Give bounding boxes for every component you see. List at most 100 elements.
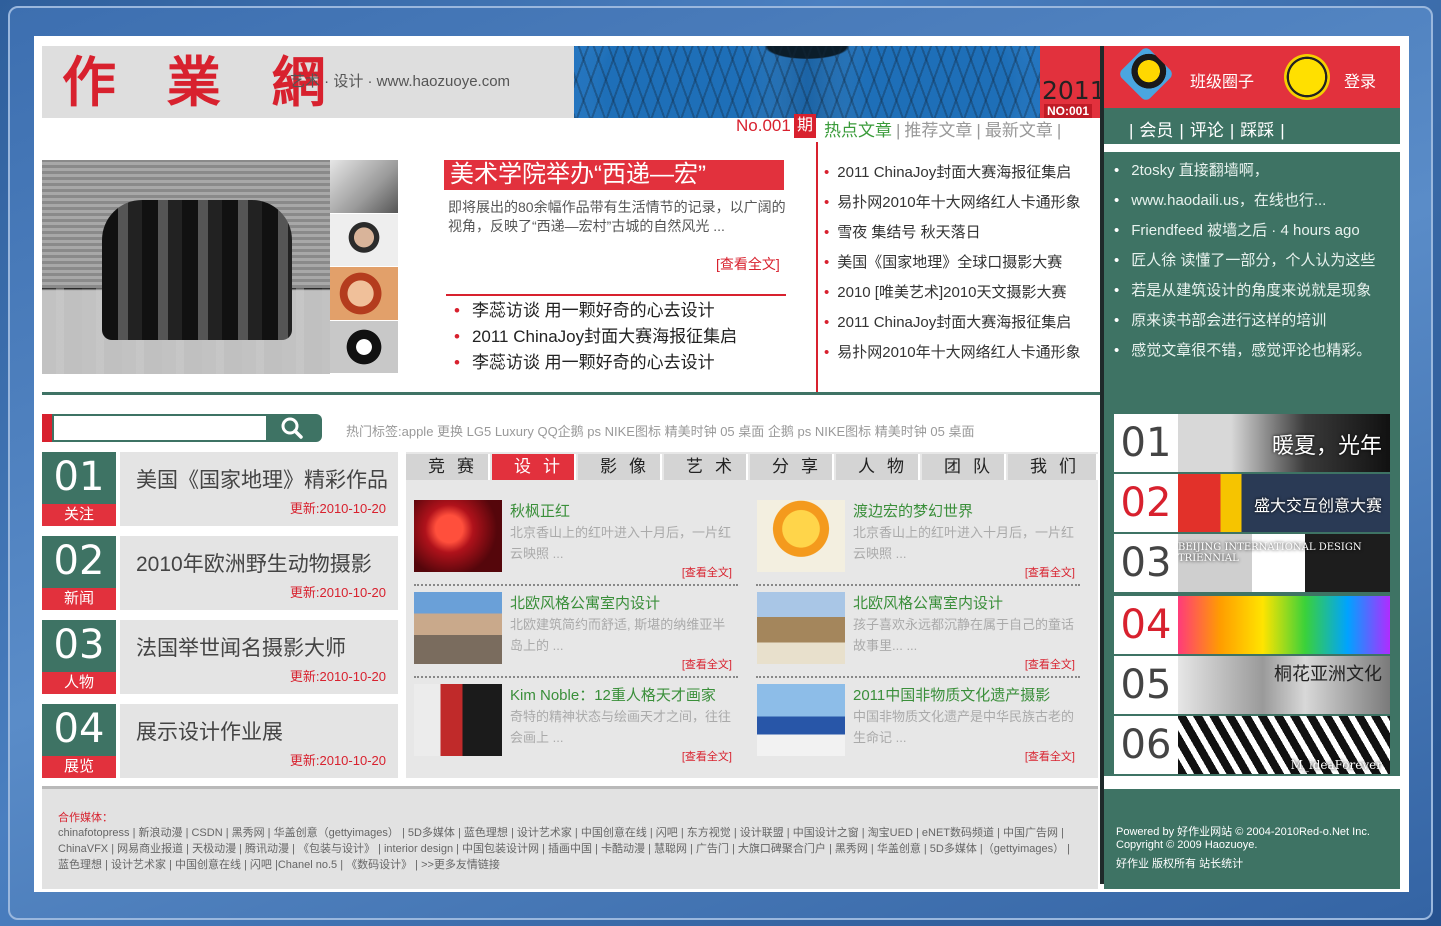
- rank-banner[interactable]: 桐花亚洲文化: [1178, 656, 1390, 714]
- tab-share[interactable]: 分享: [750, 454, 834, 480]
- tab-hot-articles[interactable]: 热点文章: [824, 121, 892, 140]
- article-thumbnail[interactable]: [414, 500, 502, 572]
- rank-banner[interactable]: 盛大交互创意大赛: [1178, 474, 1390, 532]
- list-item[interactable]: 2010 [唯美艺术]2010天文摄影大赛: [824, 278, 1081, 308]
- tab-image[interactable]: 影像: [578, 454, 662, 480]
- ranking-row[interactable]: 01 暖夏，光年: [1114, 414, 1390, 472]
- list-item[interactable]: 原来读书部会进行这样的培训: [1114, 306, 1375, 336]
- list-item[interactable]: 李蕊访谈 用一颗好奇的心去设计: [454, 350, 737, 376]
- article-read-more[interactable]: [查看全文]: [682, 748, 732, 764]
- article-card[interactable]: 北欧风格公寓室内设计 北欧建筑简约而舒适, 斯堪的纳维亚半岛上的 ... [查看…: [408, 592, 738, 672]
- category-tabs: 竞赛 设计 影像 艺术 分享 人物 团队 我们: [406, 452, 1098, 480]
- rank-banner[interactable]: M_ideaForever: [1178, 716, 1390, 774]
- article-thumbnail[interactable]: [414, 592, 502, 664]
- ranking-row[interactable]: 04: [1114, 596, 1390, 654]
- numbered-title[interactable]: 展示设计作业展: [136, 716, 283, 746]
- article-read-more[interactable]: [查看全文]: [1025, 656, 1075, 672]
- list-item[interactable]: 李蕊访谈 用一颗好奇的心去设计: [454, 298, 737, 324]
- tab-diss[interactable]: 踩踩: [1240, 121, 1274, 140]
- article-thumbnail[interactable]: [757, 684, 845, 756]
- tab-comments[interactable]: 评论: [1190, 121, 1224, 140]
- list-item[interactable]: 2011 ChinaJoy封面大赛海报征集启: [824, 158, 1081, 188]
- numbered-title[interactable]: 2010年欧洲野生动物摄影: [136, 548, 372, 578]
- sep: |: [1179, 121, 1184, 140]
- list-item[interactable]: 匠人徐 读懂了一部分，个人认为这些: [1114, 246, 1375, 276]
- feature-thumb[interactable]: [330, 320, 398, 374]
- article-desc: 奇特的精神状态与绘画天才之间，往往会画上 ...: [510, 709, 732, 745]
- ranking-row[interactable]: 02 盛大交互创意大赛: [1114, 474, 1390, 532]
- list-item[interactable]: 雪夜 集结号 秋天落日: [824, 218, 1081, 248]
- article-read-more[interactable]: [查看全文]: [1025, 564, 1075, 580]
- feature-read-more[interactable]: [查看全文]: [716, 254, 780, 274]
- tab-about-us[interactable]: 我们: [1008, 454, 1098, 480]
- ranking-row[interactable]: 03 BEIJING INTERNATIONAL DESIGN TRIENNIA…: [1114, 534, 1390, 592]
- numbered-item[interactable]: 01 关注 美国《国家地理》精彩作品 更新:2010-10-20: [42, 452, 398, 526]
- article-desc: 北欧建筑简约而舒适, 斯堪的纳维亚半岛上的 ...: [510, 617, 726, 653]
- hot-articles-list: 2011 ChinaJoy封面大赛海报征集启 易扑网2010年十大网络红人卡通形…: [824, 158, 1081, 368]
- club-link[interactable]: 班级圈子: [1190, 68, 1254, 92]
- article-card[interactable]: 渡边宏的梦幻世界 北京香山上的红叶进入十月后，一片红云映照 ... [查看全文]: [751, 500, 1081, 580]
- article-read-more[interactable]: [查看全文]: [682, 564, 732, 580]
- search-button[interactable]: [266, 414, 322, 442]
- article-thumbnail[interactable]: [414, 684, 502, 756]
- article-title[interactable]: 北欧风格公寓室内设计: [510, 592, 660, 613]
- club-icon[interactable]: [1117, 45, 1175, 103]
- article-title[interactable]: 北欧风格公寓室内设计: [853, 592, 1003, 613]
- feature-title[interactable]: 美术学院举办“西递—宏”: [444, 160, 784, 190]
- partner-links[interactable]: chinafotopress | 新浪动漫 | CSDN | 黑秀网 | 华盖创…: [58, 825, 1078, 873]
- feature-photo[interactable]: [42, 160, 330, 374]
- numbered-title[interactable]: 法国举世闻名摄影大师: [136, 632, 346, 662]
- tab-design[interactable]: 设计: [492, 454, 576, 480]
- login-icon[interactable]: [1284, 54, 1330, 100]
- hot-tags[interactable]: 热门标签:apple 更换 LG5 Luxury QQ企鹅 ps NIKE图标 …: [346, 421, 974, 440]
- article-read-more[interactable]: [查看全文]: [1025, 748, 1075, 764]
- rank-banner[interactable]: [1178, 596, 1390, 654]
- feature-thumb[interactable]: [330, 160, 398, 214]
- article-thumbnail[interactable]: [757, 500, 845, 572]
- rank-banner[interactable]: 暖夏，光年: [1178, 414, 1390, 472]
- tab-contest[interactable]: 竞赛: [406, 454, 490, 480]
- rank-banner[interactable]: BEIJING INTERNATIONAL DESIGN TRIENNIAL: [1178, 534, 1390, 592]
- article-card[interactable]: 2011中国非物质文化遗产摄影 中国非物质文化遗产是中华民族古老的生命记 ...…: [751, 684, 1081, 764]
- article-title[interactable]: 秋枫正红: [510, 500, 570, 521]
- tab-art[interactable]: 艺术: [664, 454, 748, 480]
- list-item[interactable]: 2011 ChinaJoy封面大赛海报征集启: [824, 308, 1081, 338]
- tab-latest-articles[interactable]: 最新文章: [985, 121, 1053, 140]
- article-thumbnail[interactable]: [757, 592, 845, 664]
- numbered-item[interactable]: 03 人物 法国举世闻名摄影大师 更新:2010-10-20: [42, 620, 398, 694]
- tab-recommended-articles[interactable]: 推荐文章: [904, 121, 972, 140]
- list-item[interactable]: 美国《国家地理》全球口摄影大赛: [824, 248, 1081, 278]
- sep: |: [896, 121, 901, 140]
- feature-thumb[interactable]: [330, 213, 398, 267]
- list-item[interactable]: 感觉文章很不错，感觉评论也精彩。: [1114, 336, 1375, 366]
- article-card[interactable]: 秋枫正红 北京香山上的红叶进入十月后，一片红云映照 ... [查看全文]: [408, 500, 738, 580]
- ranking-row[interactable]: 05 桐花亚洲文化: [1114, 656, 1390, 714]
- list-item[interactable]: 2011 ChinaJoy封面大赛海报征集启: [454, 324, 737, 350]
- article-title[interactable]: 2011中国非物质文化遗产摄影: [853, 684, 1050, 705]
- numbered-title[interactable]: 美国《国家地理》精彩作品: [136, 464, 388, 494]
- article-read-more[interactable]: [查看全文]: [682, 656, 732, 672]
- ranking-row[interactable]: 06 M_ideaForever: [1114, 716, 1390, 774]
- list-item[interactable]: 若是从建筑设计的角度来说就是现象: [1114, 276, 1375, 306]
- sep: |: [1056, 121, 1062, 140]
- article-title[interactable]: 渡边宏的梦幻世界: [853, 500, 973, 521]
- list-item[interactable]: www.haodaili.us，在线也行...: [1114, 186, 1375, 216]
- number: 01: [53, 454, 105, 500]
- login-link[interactable]: 登录: [1344, 68, 1376, 92]
- feature-thumb[interactable]: [330, 267, 398, 321]
- numbered-item[interactable]: 02 新闻 2010年欧洲野生动物摄影 更新:2010-10-20: [42, 536, 398, 610]
- search-input[interactable]: [52, 414, 266, 442]
- numbered-item[interactable]: 04 展览 展示设计作业展 更新:2010-10-20: [42, 704, 398, 778]
- header-logo-area: 作 業 網 艺术 · 设计 · www.haozuoye.com: [42, 46, 574, 118]
- list-item[interactable]: 易扑网2010年十大网络红人卡通形象: [824, 188, 1080, 218]
- list-item[interactable]: Friendfeed 被墙之后 · 4 hours ago: [1114, 216, 1375, 246]
- tab-members[interactable]: 会员: [1139, 121, 1173, 140]
- rights-links[interactable]: 好作业 版权所有 站长统计: [1116, 855, 1243, 871]
- list-item[interactable]: 2tosky 直接翻墙啊，: [1114, 156, 1375, 186]
- list-item[interactable]: 易扑网2010年十大网络红人卡通形象: [824, 338, 1080, 368]
- tab-team[interactable]: 团队: [922, 454, 1006, 480]
- article-card[interactable]: 北欧风格公寓室内设计 孩子喜欢永远都沉静在属于自己的童话故事里... ... […: [751, 592, 1081, 672]
- tab-people[interactable]: 人物: [836, 454, 920, 480]
- article-card[interactable]: Kim Noble：12重人格天才画家 奇特的精神状态与绘画天才之间，往往会画上…: [408, 684, 738, 764]
- article-title[interactable]: Kim Noble：12重人格天才画家: [510, 684, 716, 705]
